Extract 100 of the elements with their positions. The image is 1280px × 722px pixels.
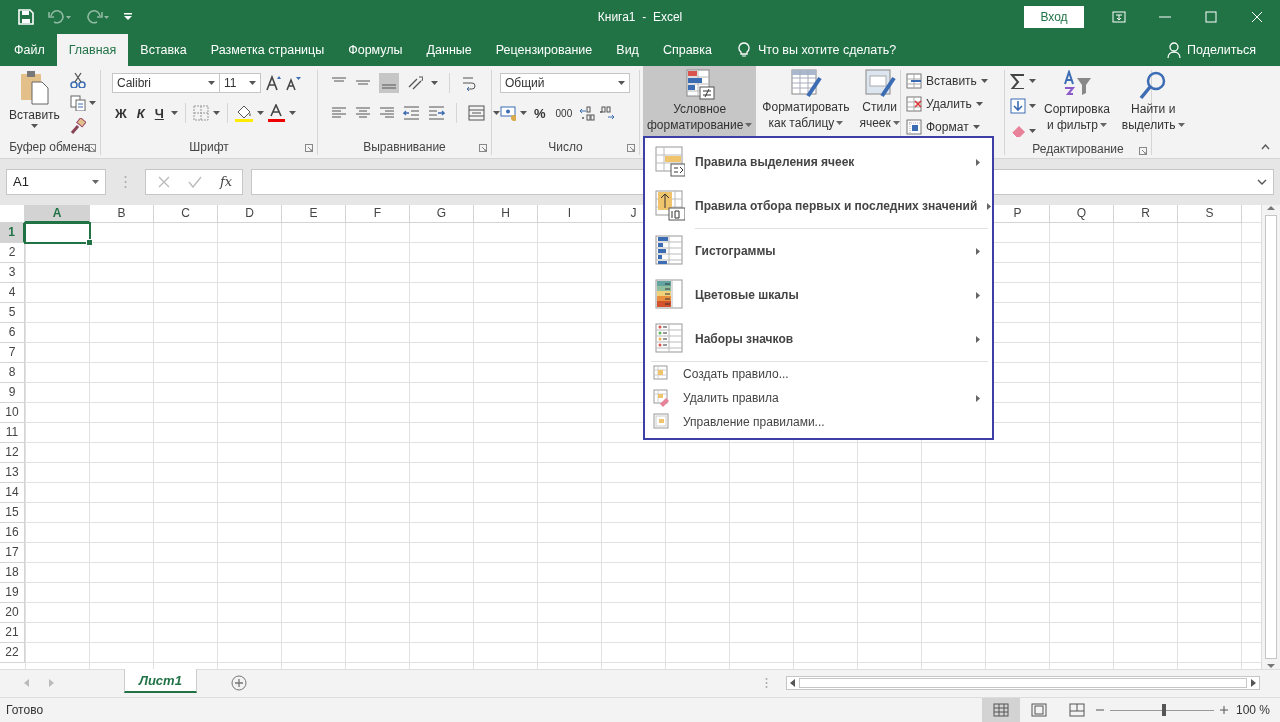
bold-button[interactable]: Ж xyxy=(112,102,130,124)
ribbon-button[interactable]: Стили ячеек xyxy=(855,66,904,136)
ribbon-tab[interactable]: Вид xyxy=(604,34,651,66)
insert-function-button[interactable]: fx xyxy=(220,174,233,190)
ribbon-button[interactable]: Сортировка и фильтр xyxy=(1040,68,1114,142)
grip-icon xyxy=(124,174,127,189)
decrease-indent-icon[interactable] xyxy=(403,105,420,121)
format-cells-icon[interactable] xyxy=(906,119,922,135)
sign-in-button[interactable]: Вход xyxy=(1024,6,1084,28)
caret-icon xyxy=(1029,129,1036,133)
sheet-tab[interactable]: Лист1 xyxy=(124,669,197,694)
copy-icon[interactable] xyxy=(69,95,86,111)
menu-item[interactable]: Гистограммы xyxy=(649,229,988,273)
share-button[interactable]: Поделиться xyxy=(1186,43,1256,57)
expand-icon[interactable] xyxy=(1257,178,1267,185)
insert-cells-icon[interactable] xyxy=(906,73,922,89)
paste-button[interactable]: Вставить xyxy=(5,68,64,139)
underline-button[interactable]: Ч xyxy=(151,102,167,124)
page-break-icon[interactable] xyxy=(1068,703,1085,717)
thousands-button[interactable]: 000 xyxy=(552,102,576,124)
menu-item[interactable]: Наборы значков xyxy=(649,317,988,361)
enter-icon[interactable] xyxy=(188,175,202,188)
ribbon-button[interactable]: Условное форматирование xyxy=(643,66,757,136)
menu-item[interactable]: Цветовые шкалы xyxy=(649,273,988,317)
wrap-text-icon[interactable] xyxy=(461,75,477,91)
row-header: 14 xyxy=(0,482,25,503)
increase-indent-icon[interactable] xyxy=(428,105,445,121)
orientation-icon[interactable] xyxy=(407,75,423,91)
ribbon-tab[interactable]: Формулы xyxy=(336,34,415,66)
ribbon-tab[interactable]: Рецензирование xyxy=(483,34,605,66)
scrollbar-thumb[interactable] xyxy=(1265,214,1277,660)
splitter-icon[interactable] xyxy=(765,677,768,690)
scissors-icon[interactable] xyxy=(69,72,86,88)
scroll-right-icon[interactable] xyxy=(1251,679,1256,688)
italic-button[interactable]: К xyxy=(133,102,148,124)
dialog-launcher-icon[interactable] xyxy=(627,144,635,152)
ribbon-button[interactable]: Формат xyxy=(906,116,988,138)
align-left-icon[interactable] xyxy=(331,105,347,121)
menu-item[interactable]: Удалить правила xyxy=(649,386,988,410)
column-header: R xyxy=(1114,204,1178,223)
ribbon-tab[interactable]: Разметка страницы xyxy=(198,34,337,66)
undo-icon[interactable] xyxy=(48,9,72,25)
decrease-decimal-icon[interactable] xyxy=(599,105,616,121)
format-painter-icon[interactable] xyxy=(69,118,86,134)
autosum-icon[interactable] xyxy=(1010,73,1026,89)
shrink-font-icon[interactable] xyxy=(285,75,301,91)
maximize-icon[interactable] xyxy=(1204,10,1218,24)
percent-button[interactable]: % xyxy=(531,102,549,124)
zoom-in-icon[interactable] xyxy=(1219,706,1228,714)
ribbon-tab[interactable]: Файл xyxy=(2,34,57,66)
scroll-up-icon[interactable] xyxy=(1267,204,1275,211)
ribbon-button[interactable]: Удалить xyxy=(906,93,988,115)
fill-color-icon[interactable] xyxy=(234,104,253,122)
page-layout-icon[interactable] xyxy=(1030,703,1047,717)
ribbon-button[interactable]: Форматировать как таблицу xyxy=(758,66,854,136)
ribbon-tab[interactable]: Главная xyxy=(56,34,129,66)
menu-item[interactable]: Правила выделения ячеек xyxy=(649,140,988,184)
menu-item[interactable]: Создать правило... xyxy=(649,362,988,386)
number-format-field[interactable]: Общий xyxy=(500,73,630,93)
ribbon-tab[interactable]: Данные xyxy=(414,34,484,66)
caret-icon xyxy=(249,81,256,85)
cancel-icon[interactable] xyxy=(158,175,170,188)
horizontal-scrollbar[interactable] xyxy=(786,676,1260,691)
zoom-level[interactable]: 100 % xyxy=(1235,703,1270,717)
increase-decimal-icon[interactable] xyxy=(579,105,596,121)
menu-item[interactable]: Управление правилами... xyxy=(649,410,988,434)
borders-icon[interactable] xyxy=(192,105,209,121)
name-box[interactable]: A1 xyxy=(6,168,106,195)
ribbon-tab[interactable]: Справка xyxy=(650,34,724,66)
save-icon[interactable] xyxy=(18,9,34,25)
normal-view-icon[interactable] xyxy=(992,703,1009,717)
eraser-icon[interactable] xyxy=(1010,123,1026,139)
font-color-icon[interactable] xyxy=(267,104,285,122)
merge-cells-icon[interactable] xyxy=(468,105,485,121)
align-center-icon[interactable] xyxy=(355,105,371,121)
fill-handle[interactable] xyxy=(86,238,93,246)
ribbon-tab[interactable]: Вставка xyxy=(128,34,199,66)
active-cell[interactable] xyxy=(24,221,91,244)
font-name-field[interactable]: Calibri xyxy=(112,73,220,93)
dialog-launcher-icon[interactable] xyxy=(305,144,313,152)
zoom-slider-thumb[interactable] xyxy=(1162,703,1167,716)
collapse-ribbon-icon[interactable] xyxy=(1261,144,1270,150)
add-sheet-icon[interactable] xyxy=(230,675,247,692)
redo-icon[interactable] xyxy=(86,9,110,25)
fill-down-icon[interactable] xyxy=(1010,98,1026,114)
close-icon[interactable] xyxy=(1250,10,1264,24)
ribbon-button[interactable]: Найти и выделить xyxy=(1117,68,1189,142)
grow-font-icon[interactable] xyxy=(265,75,281,91)
font-size-field[interactable]: 11 xyxy=(219,73,261,93)
accounting-icon[interactable] xyxy=(500,105,516,121)
ribbon-button[interactable]: Вставить xyxy=(906,70,988,92)
tell-me-search[interactable]: Что вы хотите сделать? xyxy=(757,43,897,57)
delete-cells-icon[interactable] xyxy=(906,96,922,112)
dialog-launcher-icon[interactable] xyxy=(479,144,487,152)
align-right-icon[interactable] xyxy=(379,105,395,121)
dialog-launcher-icon[interactable] xyxy=(1139,147,1147,155)
ribbon-options-icon[interactable] xyxy=(1112,10,1126,24)
scroll-left-icon[interactable] xyxy=(790,679,795,688)
zoom-out-icon[interactable] xyxy=(1095,706,1104,714)
customize-icon[interactable] xyxy=(124,13,132,21)
